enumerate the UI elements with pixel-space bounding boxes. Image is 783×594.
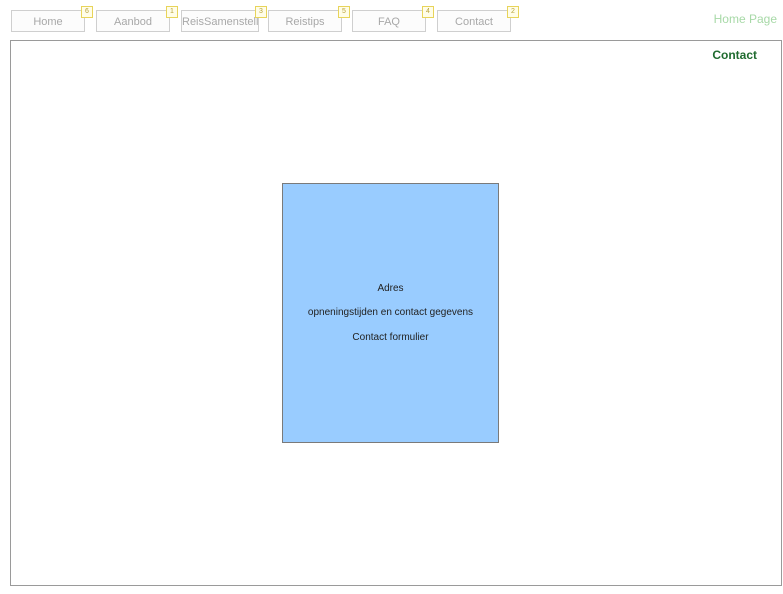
tab-aanbod[interactable]: Aanbod	[96, 10, 170, 32]
tab-reistips-badge: 5	[338, 6, 350, 18]
contact-info-box: Adres opneningstijden en contact gegeven…	[282, 183, 499, 443]
opening-hours-line: opneningstijden en contact gegevens	[307, 307, 474, 318]
tab-faq[interactable]: FAQ	[352, 10, 426, 32]
tab-reissamensteller-badge: 3	[255, 6, 267, 18]
tab-aanbod-badge: 1	[166, 6, 178, 18]
address-line: Adres	[377, 283, 404, 294]
tab-home[interactable]: Home	[11, 10, 85, 32]
page-title: Contact	[712, 48, 757, 62]
tab-reistips[interactable]: Reistips	[268, 10, 342, 32]
tab-contact-badge: 2	[507, 6, 519, 18]
tab-faq-badge: 4	[422, 6, 434, 18]
home-page-label: Home Page	[713, 12, 777, 26]
tab-contact[interactable]: Contact	[437, 10, 511, 32]
contact-form-line: Contact formulier	[352, 332, 429, 343]
tab-reissamensteller[interactable]: ReisSamenstelle	[181, 10, 259, 32]
tab-home-badge: 6	[81, 6, 93, 18]
